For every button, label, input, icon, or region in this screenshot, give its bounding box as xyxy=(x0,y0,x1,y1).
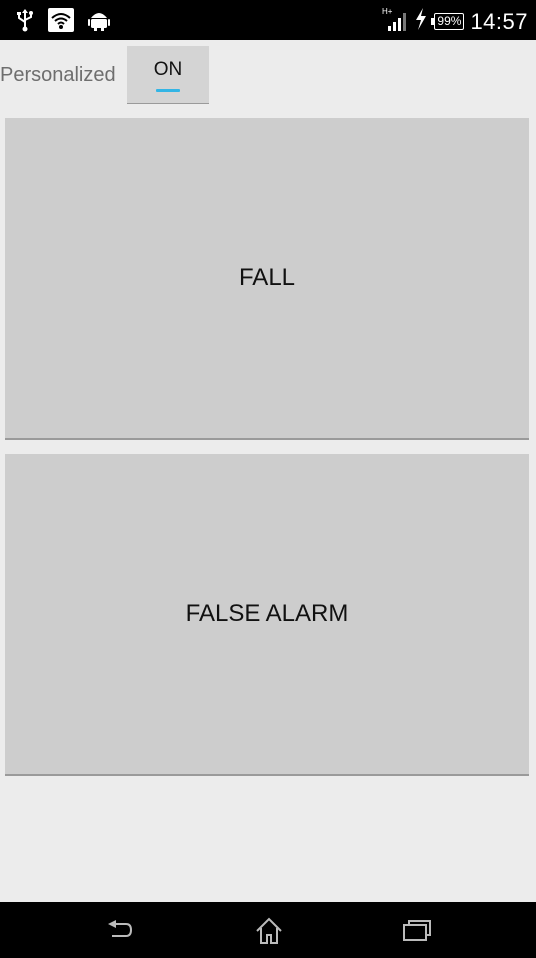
battery-icon: 99% xyxy=(431,13,465,30)
status-right-icons: H+ 99% 14:57 xyxy=(382,6,528,37)
status-left-icons xyxy=(16,8,110,37)
toggle-indicator xyxy=(156,89,180,92)
status-bar: H+ 99% 14:57 xyxy=(0,0,536,40)
charging-icon xyxy=(414,8,428,35)
false-alarm-button-label: FALSE ALARM xyxy=(185,600,349,627)
wifi-icon xyxy=(48,8,74,37)
battery-percent: 99% xyxy=(437,14,462,28)
android-debug-icon xyxy=(88,8,110,37)
fall-button[interactable]: FALL xyxy=(5,118,529,440)
home-icon[interactable] xyxy=(254,916,284,951)
personalized-row: Personalized ON xyxy=(0,46,536,106)
network-type-label: H+ xyxy=(382,7,393,16)
toggle-state-label: ON xyxy=(153,59,183,80)
personalized-label: Personalized xyxy=(0,64,116,86)
clock: 14:57 xyxy=(470,8,528,34)
navigation-bar xyxy=(0,902,536,958)
usb-icon xyxy=(16,8,34,37)
back-icon[interactable] xyxy=(104,916,134,949)
false-alarm-button[interactable]: FALSE ALARM xyxy=(5,454,529,776)
fall-button-label: FALL xyxy=(238,264,296,291)
recents-icon[interactable] xyxy=(402,916,432,949)
personalized-toggle[interactable]: ON xyxy=(127,46,209,104)
signal-icon: H+ xyxy=(382,6,408,37)
